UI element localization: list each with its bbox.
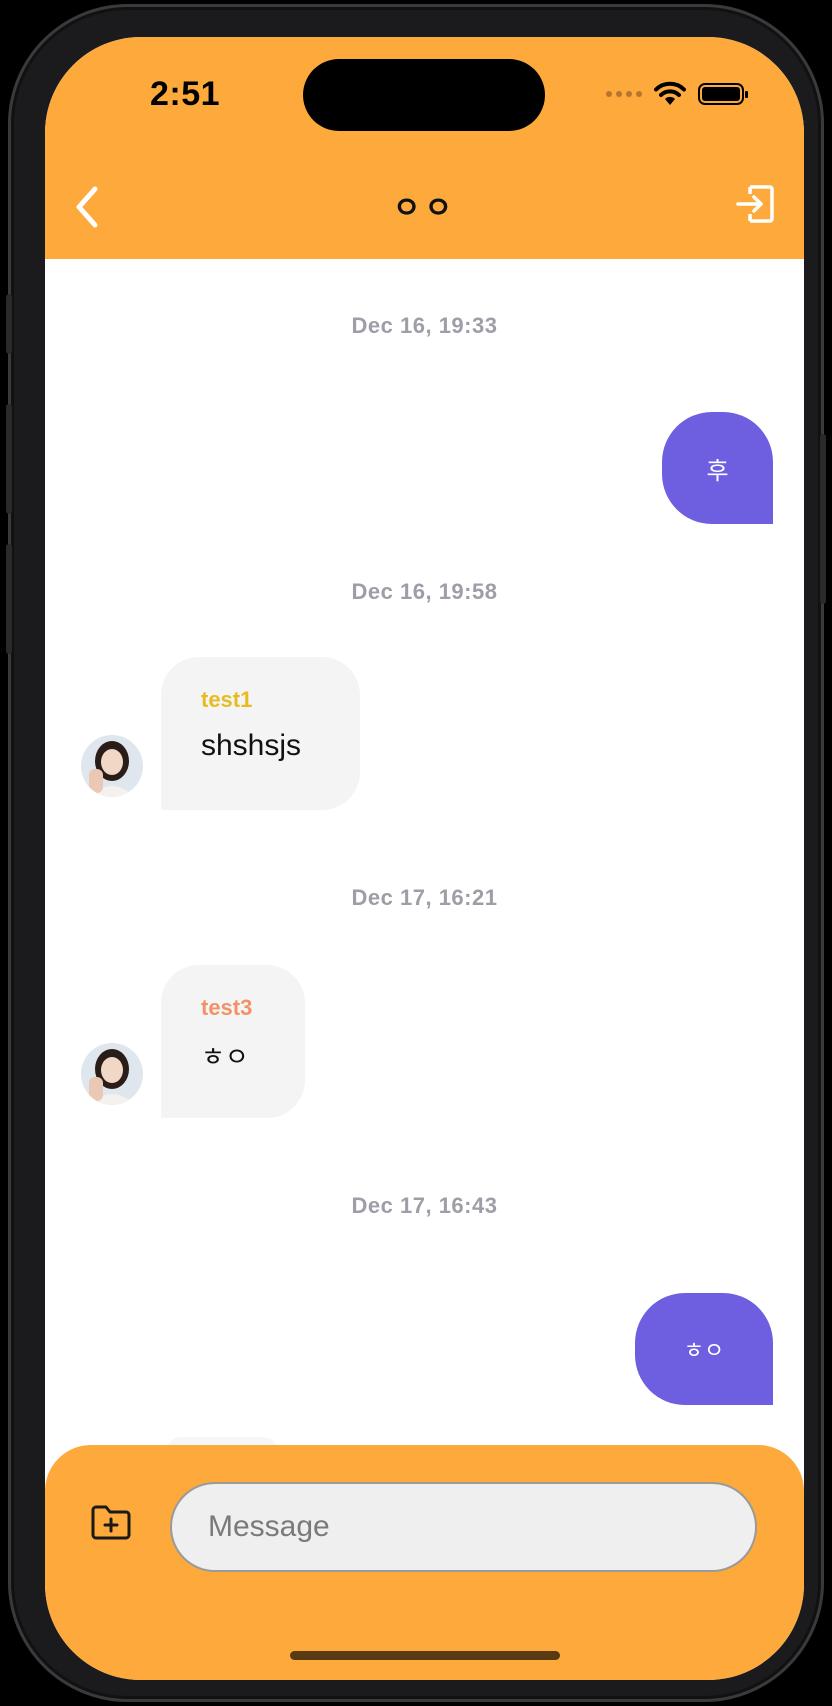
status-icons xyxy=(606,79,748,109)
message-date: Dec 17, 16:43 xyxy=(351,1193,498,1218)
home-indicator xyxy=(290,1651,560,1660)
phone-frame: 2:51 ㅇㅇ Dec 16, 19:33 후 Dec 16, 19:58 te… xyxy=(6,4,826,1702)
message-text: shshsjs xyxy=(201,729,302,762)
message-date: Dec 16, 19:58 xyxy=(351,579,498,604)
avatar[interactable] xyxy=(81,735,143,797)
avatar[interactable] xyxy=(81,1043,143,1105)
message-text: ㅎㅇ xyxy=(683,1338,725,1363)
wifi-icon xyxy=(654,81,686,105)
message-input[interactable] xyxy=(170,1482,757,1572)
outgoing-message[interactable]: 후 xyxy=(662,412,773,524)
message-date: Dec 17, 16:21 xyxy=(351,885,498,910)
volume-down-button xyxy=(6,544,12,654)
battery-icon xyxy=(698,83,748,105)
mute-switch xyxy=(6,294,12,354)
volume-up-button xyxy=(6,404,12,514)
dynamic-island xyxy=(303,59,545,131)
chat-area[interactable]: Dec 16, 19:33 후 Dec 16, 19:58 test1 shsh… xyxy=(45,259,804,1479)
sender-name: test3 xyxy=(201,995,253,1020)
message-text: ㅎㅇ xyxy=(201,1042,249,1072)
incoming-message[interactable]: test1 shshsjs xyxy=(161,657,360,810)
composer-bar xyxy=(45,1445,804,1680)
page-title: ㅇㅇ xyxy=(392,192,457,225)
folder-plus-icon[interactable] xyxy=(89,1500,133,1544)
exit-icon[interactable] xyxy=(734,183,776,225)
header-bar: 2:51 ㅇㅇ xyxy=(45,37,804,259)
signal-icon xyxy=(606,91,642,97)
sender-name: test1 xyxy=(201,687,253,712)
outgoing-message[interactable]: ㅎㅇ xyxy=(635,1293,773,1405)
message-date: Dec 16, 19:33 xyxy=(351,313,498,338)
screen: 2:51 ㅇㅇ Dec 16, 19:33 후 Dec 16, 19:58 te… xyxy=(45,37,804,1680)
message-text: 후 xyxy=(706,457,729,485)
power-button xyxy=(820,434,826,604)
incoming-message[interactable]: test3 ㅎㅇ xyxy=(161,965,305,1118)
status-time: 2:51 xyxy=(150,75,221,113)
